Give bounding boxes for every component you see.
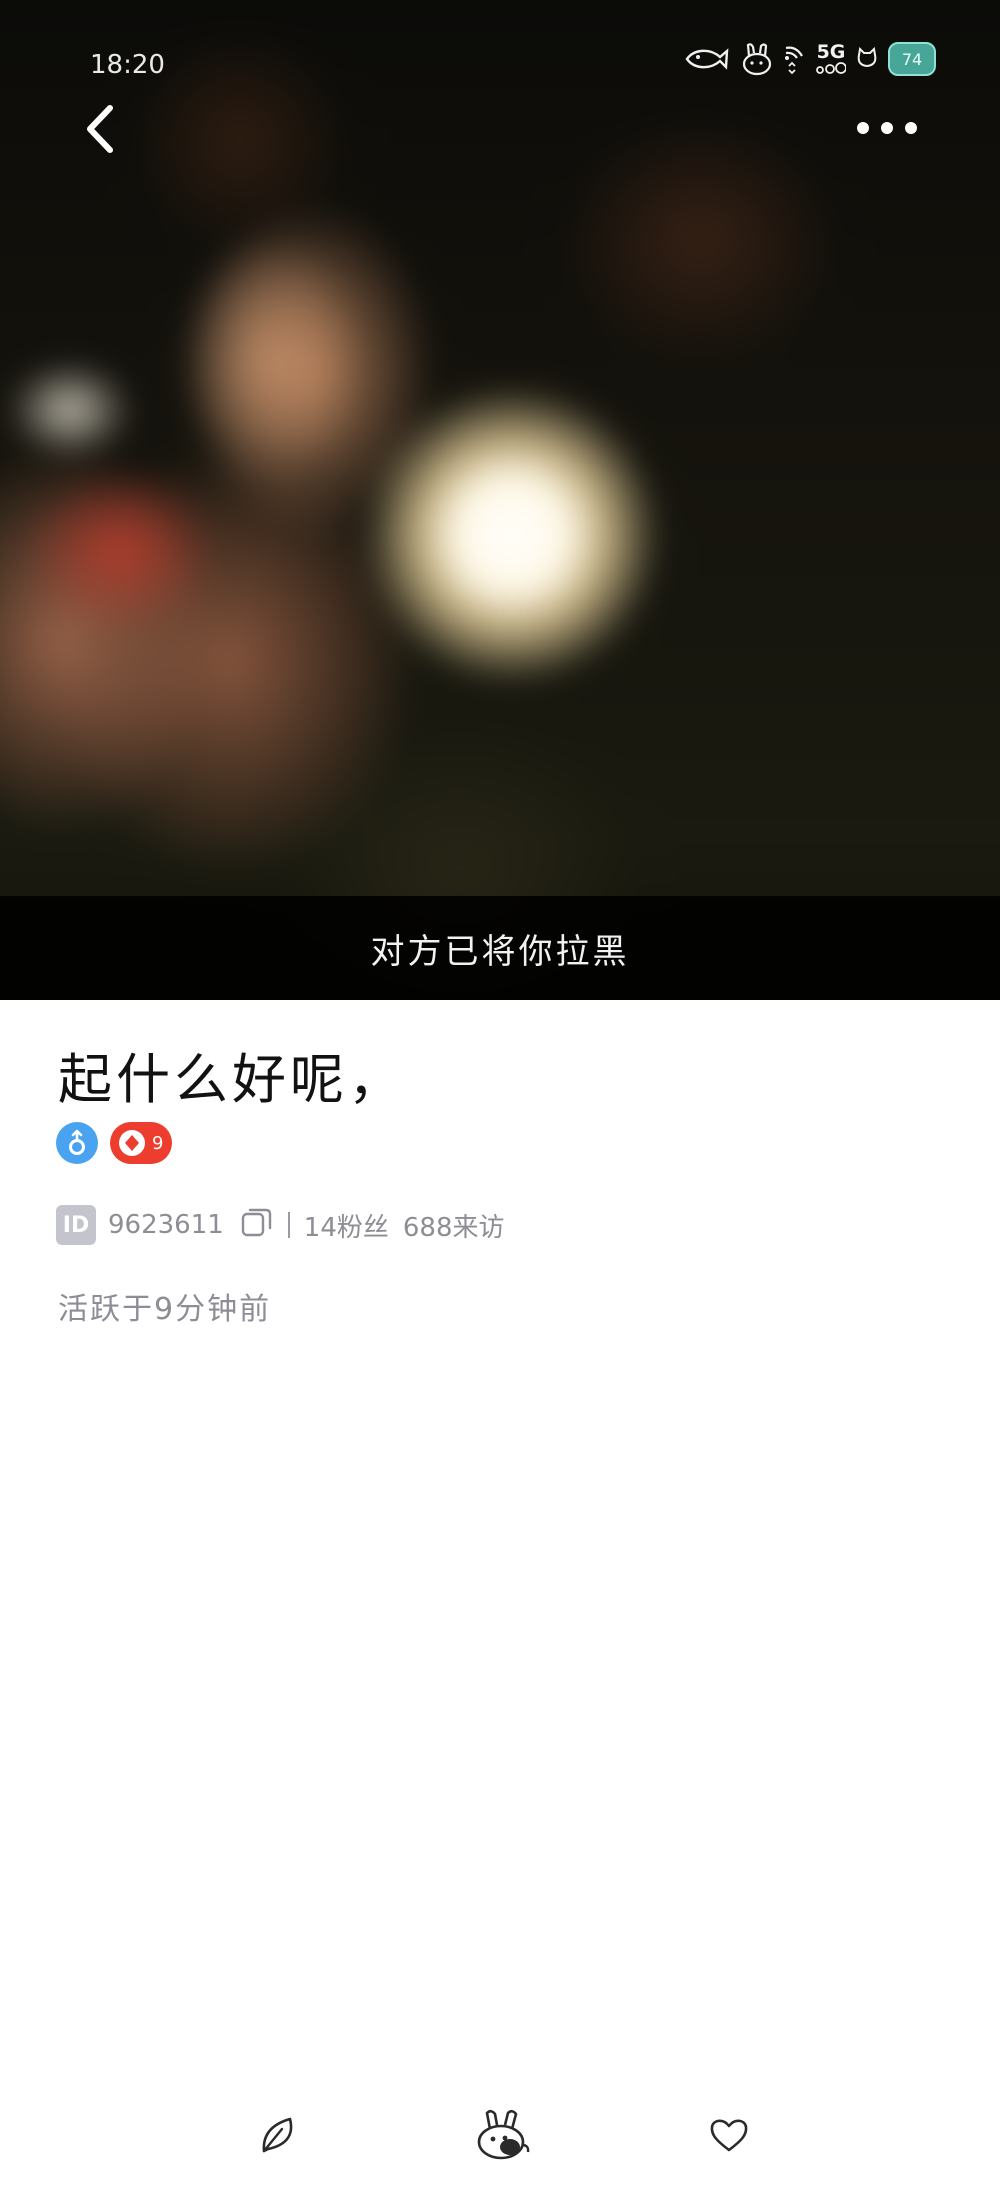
last-active-status: 活跃于9分钟前 (58, 1292, 272, 1327)
battery-level: 74 (901, 49, 923, 69)
fans-count[interactable]: 14粉丝 (304, 1213, 389, 1243)
status-bar: 18:20 5G 74 (0, 0, 1000, 120)
leaf-icon (262, 2117, 293, 2153)
profile-cover-photo[interactable]: 18:20 5G 74 对方已将你拉黑 (0, 0, 1000, 1000)
like-button[interactable] (694, 2100, 764, 2170)
gender-male-badge (56, 1122, 98, 1164)
more-dots-icon (857, 122, 917, 134)
battery-icon: 74 (888, 42, 936, 76)
leaf-button[interactable] (243, 2100, 313, 2170)
signal-bars-icon (816, 62, 846, 74)
status-icons: 5G 74 (684, 42, 936, 76)
level-number: 9 (152, 1132, 164, 1154)
profile-badges: 9 (56, 1122, 172, 1164)
back-button[interactable] (78, 98, 124, 160)
copy-icon (241, 1208, 271, 1236)
more-button[interactable] (854, 112, 920, 144)
id-row: ID 9623611 14粉丝 688来访 (56, 1204, 505, 1246)
visitors-count[interactable]: 688来访 (403, 1213, 505, 1243)
user-id-number: 9623611 (108, 1210, 224, 1240)
bunny-mascot-icon (477, 2109, 530, 2160)
status-time: 18:20 (90, 50, 165, 80)
wifi-icon (785, 46, 803, 75)
level-badge: 9 (110, 1122, 172, 1164)
bunny-mascot-button[interactable] (467, 2100, 537, 2170)
id-tag: ID (56, 1205, 96, 1245)
bottom-action-bar (0, 2100, 1000, 2170)
male-symbol-icon (69, 1129, 85, 1155)
blocked-notice: 对方已将你拉黑 (0, 896, 1000, 1000)
signal-indicator: 5G (816, 43, 846, 75)
network-type: 5G (816, 41, 846, 63)
chevron-left-icon (87, 105, 113, 153)
heart-icon (710, 2119, 748, 2152)
profile-name: 起什么好呢， (58, 1048, 406, 1111)
diamond-level-icon (119, 1130, 145, 1156)
stats-divider (287, 1212, 290, 1238)
bunny-status-icon (742, 43, 772, 76)
cat-status-icon (857, 47, 877, 68)
profile-stats: 14粉丝 688来访 (304, 1207, 505, 1244)
fish-status-icon (685, 48, 729, 70)
copy-id-button[interactable] (240, 1205, 274, 1246)
blurred-photo (0, 0, 1000, 1000)
